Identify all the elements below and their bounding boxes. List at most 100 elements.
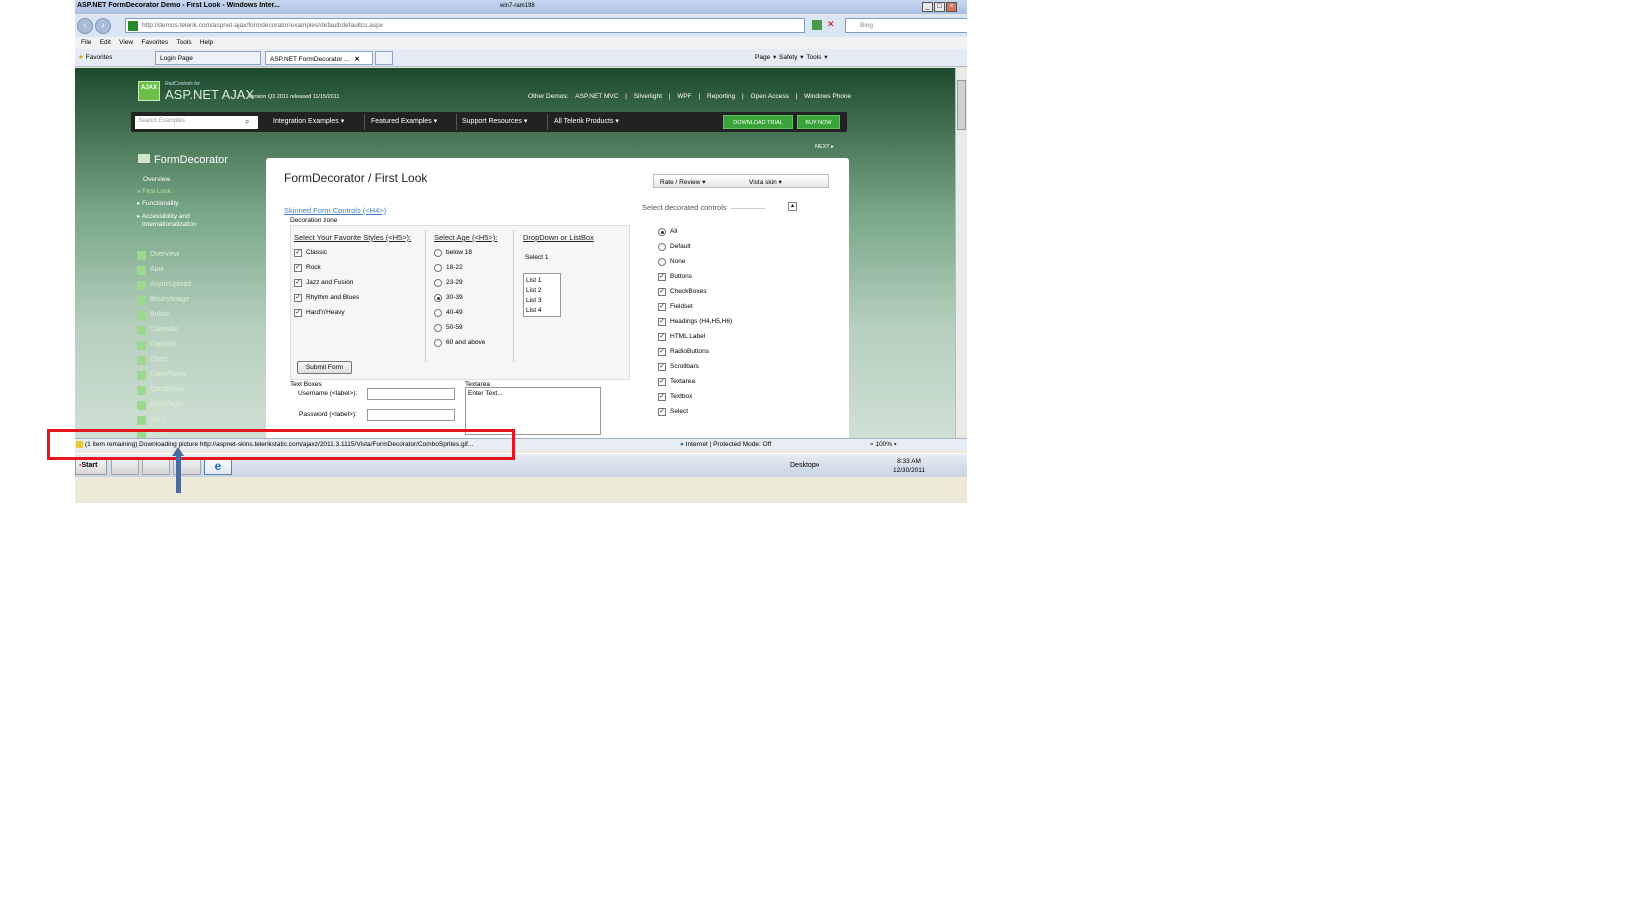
checkbox-checked-icon[interactable]: ✓ — [658, 303, 666, 311]
scrollbar-thumb[interactable] — [957, 80, 966, 130]
collapse-icon[interactable]: ▴ — [788, 202, 797, 211]
radio-icon[interactable] — [658, 243, 666, 251]
checkbox-checked-icon[interactable]: ✓ — [294, 279, 302, 287]
search-icon[interactable]: ⌕ — [245, 117, 249, 127]
demo-link-wpf[interactable]: WPF — [677, 93, 691, 100]
window-title-bar[interactable]: ASP.NET FormDecorator Demo - First Look … — [75, 0, 967, 14]
checkbox-checked-icon[interactable]: ✓ — [294, 309, 302, 317]
checkbox-checked-icon[interactable]: ✓ — [658, 288, 666, 296]
demo-link-windowsphone[interactable]: Windows Phone — [804, 93, 851, 100]
tab-close-icon[interactable]: ✕ — [354, 56, 359, 63]
style-option-jazz[interactable]: ✓ Jazz and Fusion — [294, 278, 411, 293]
command-bar[interactable]: Page ▾ Safety ▾ Tools ▾ — [755, 53, 827, 61]
nav-integration-examples[interactable]: Integration Examples ▾ — [273, 117, 344, 125]
subnav-internationalization[interactable]: Internationalization — [142, 221, 197, 229]
rate-review-dropdown[interactable]: Rate / Review ▾ — [660, 179, 706, 186]
style-option-heavy[interactable]: ✓ Hard'n'Heavy — [294, 308, 411, 323]
listbox-item[interactable]: List 2 — [526, 286, 558, 296]
back-icon[interactable]: ‹ — [77, 18, 93, 34]
checkbox-checked-icon[interactable]: ✓ — [294, 264, 302, 272]
examples-search-input[interactable]: Search Examples ⌕ — [135, 116, 258, 129]
age-option-40-49[interactable]: 40-49 — [434, 308, 497, 323]
nav-all-telerik-products[interactable]: All Telerik Products ▾ — [554, 117, 619, 125]
radio-icon[interactable] — [434, 309, 442, 317]
search-input[interactable]: Bing — [845, 18, 967, 33]
listbox-item[interactable]: List 1 — [526, 276, 558, 286]
checkbox-checked-icon[interactable]: ✓ — [658, 318, 666, 326]
minimize-icon[interactable]: _ — [922, 2, 933, 12]
radio-icon[interactable] — [434, 324, 442, 332]
subnav-functionality[interactable]: ▸ Functionality — [137, 200, 179, 208]
download-trial-button[interactable]: DOWNLOAD TRIAL — [723, 115, 793, 129]
demo-link-reporting[interactable]: Reporting — [707, 93, 735, 100]
checkbox-checked-icon[interactable]: ✓ — [294, 249, 302, 257]
restore-icon[interactable]: □ — [934, 2, 945, 12]
checkbox-checked-icon[interactable]: ✓ — [658, 333, 666, 341]
checkbox-checked-icon[interactable]: ✓ — [658, 363, 666, 371]
age-option-23-29[interactable]: 23-29 — [434, 278, 497, 293]
subnav-overview[interactable]: Overview — [143, 176, 170, 184]
checkbox-checked-icon[interactable]: ✓ — [658, 408, 666, 416]
checkbox-checked-icon[interactable]: ✓ — [658, 378, 666, 386]
address-input[interactable]: http://demos.telerik.com/aspnet-ajax/for… — [125, 18, 805, 33]
style-option-rnb[interactable]: ✓ Rhythm and Blues — [294, 293, 411, 308]
tab-formdecorator[interactable]: ASP.NET FormDecorator ... ✕ — [265, 51, 373, 65]
tab-login-page[interactable]: Login Page — [155, 51, 261, 65]
radio-icon[interactable] — [434, 264, 442, 272]
checkbox-checked-icon[interactable]: ✓ — [658, 348, 666, 356]
demo-link-mvc[interactable]: ASP.NET MVC — [575, 93, 618, 100]
listbox-item[interactable]: List 3 — [526, 296, 558, 306]
subnav-first-look[interactable]: » First Look — [137, 188, 171, 196]
refresh-icon[interactable] — [812, 20, 822, 30]
age-option-50-59[interactable]: 50-59 — [434, 323, 497, 338]
listbox-item[interactable]: List 4 — [526, 306, 558, 316]
logo-title[interactable]: ASP.NET AJAX — [165, 87, 254, 102]
security-zone[interactable]: ● Internet | Protected Mode: Off — [680, 441, 771, 448]
desktop-toolbar[interactable]: Desktop — [790, 462, 816, 469]
style-option-rock[interactable]: ✓ Rock — [294, 263, 411, 278]
nav-featured-examples[interactable]: Featured Examples ▾ — [371, 117, 437, 125]
nav-support-resources[interactable]: Support Resources ▾ — [462, 117, 527, 125]
radio-icon[interactable] — [434, 249, 442, 257]
show-more-icon[interactable]: » — [815, 460, 819, 469]
radio-selected-icon[interactable] — [434, 294, 442, 302]
submit-form-button[interactable]: Submit Form — [297, 361, 352, 374]
favorites-button[interactable]: ★ Favorites — [78, 53, 112, 61]
menu-view[interactable]: View — [119, 37, 133, 46]
menu-help[interactable]: Help — [200, 37, 213, 46]
checkbox-checked-icon[interactable]: ✓ — [658, 273, 666, 281]
radio-icon[interactable] — [434, 279, 442, 287]
radio-icon[interactable] — [434, 339, 442, 347]
close-icon[interactable]: × — [946, 2, 957, 12]
textarea-input[interactable]: Enter Text... — [465, 387, 601, 435]
menu-tools[interactable]: Tools — [176, 37, 191, 46]
buy-now-button[interactable]: BUY NOW — [797, 115, 840, 129]
menu-edit[interactable]: Edit — [100, 37, 111, 46]
style-option-classic[interactable]: ✓ Classic — [294, 248, 411, 263]
age-option-18-22[interactable]: 18-22 — [434, 263, 497, 278]
stop-icon[interactable]: ✕ — [827, 20, 837, 30]
vertical-scrollbar[interactable] — [955, 68, 967, 438]
menu-file[interactable]: File — [81, 37, 91, 46]
checkbox-checked-icon[interactable]: ✓ — [658, 393, 666, 401]
checkbox-checked-icon[interactable]: ✓ — [294, 294, 302, 302]
forward-icon[interactable]: › — [95, 18, 111, 34]
age-option-30-39[interactable]: 30-39 — [434, 293, 497, 308]
age-option-60plus[interactable]: 60 and above — [434, 338, 497, 353]
listbox[interactable]: List 1 List 2 List 3 List 4 — [523, 273, 561, 317]
zoom-control[interactable]: ⌕ 100% ▾ — [870, 441, 897, 449]
clock[interactable]: 8:33 AM 12/30/2011 — [893, 457, 925, 475]
next-link[interactable]: NEXT ▸ — [815, 144, 834, 150]
password-input[interactable] — [367, 409, 455, 421]
menu-favorites[interactable]: Favorites — [141, 37, 168, 46]
radio-icon[interactable] — [658, 258, 666, 266]
skin-dropdown[interactable]: Vista skin ▾ — [749, 178, 782, 186]
select-dropdown[interactable]: Select 1 — [525, 254, 594, 261]
new-tab-button[interactable] — [375, 51, 393, 65]
age-option-below18[interactable]: below 18 — [434, 248, 497, 263]
demo-link-openaccess[interactable]: Open Access — [751, 93, 789, 100]
subnav-accessibility[interactable]: ▸ Accessibility and — [137, 213, 190, 221]
username-input[interactable] — [367, 388, 455, 400]
demo-link-silverlight[interactable]: Silverlight — [634, 93, 662, 100]
radio-selected-icon[interactable] — [658, 228, 666, 236]
